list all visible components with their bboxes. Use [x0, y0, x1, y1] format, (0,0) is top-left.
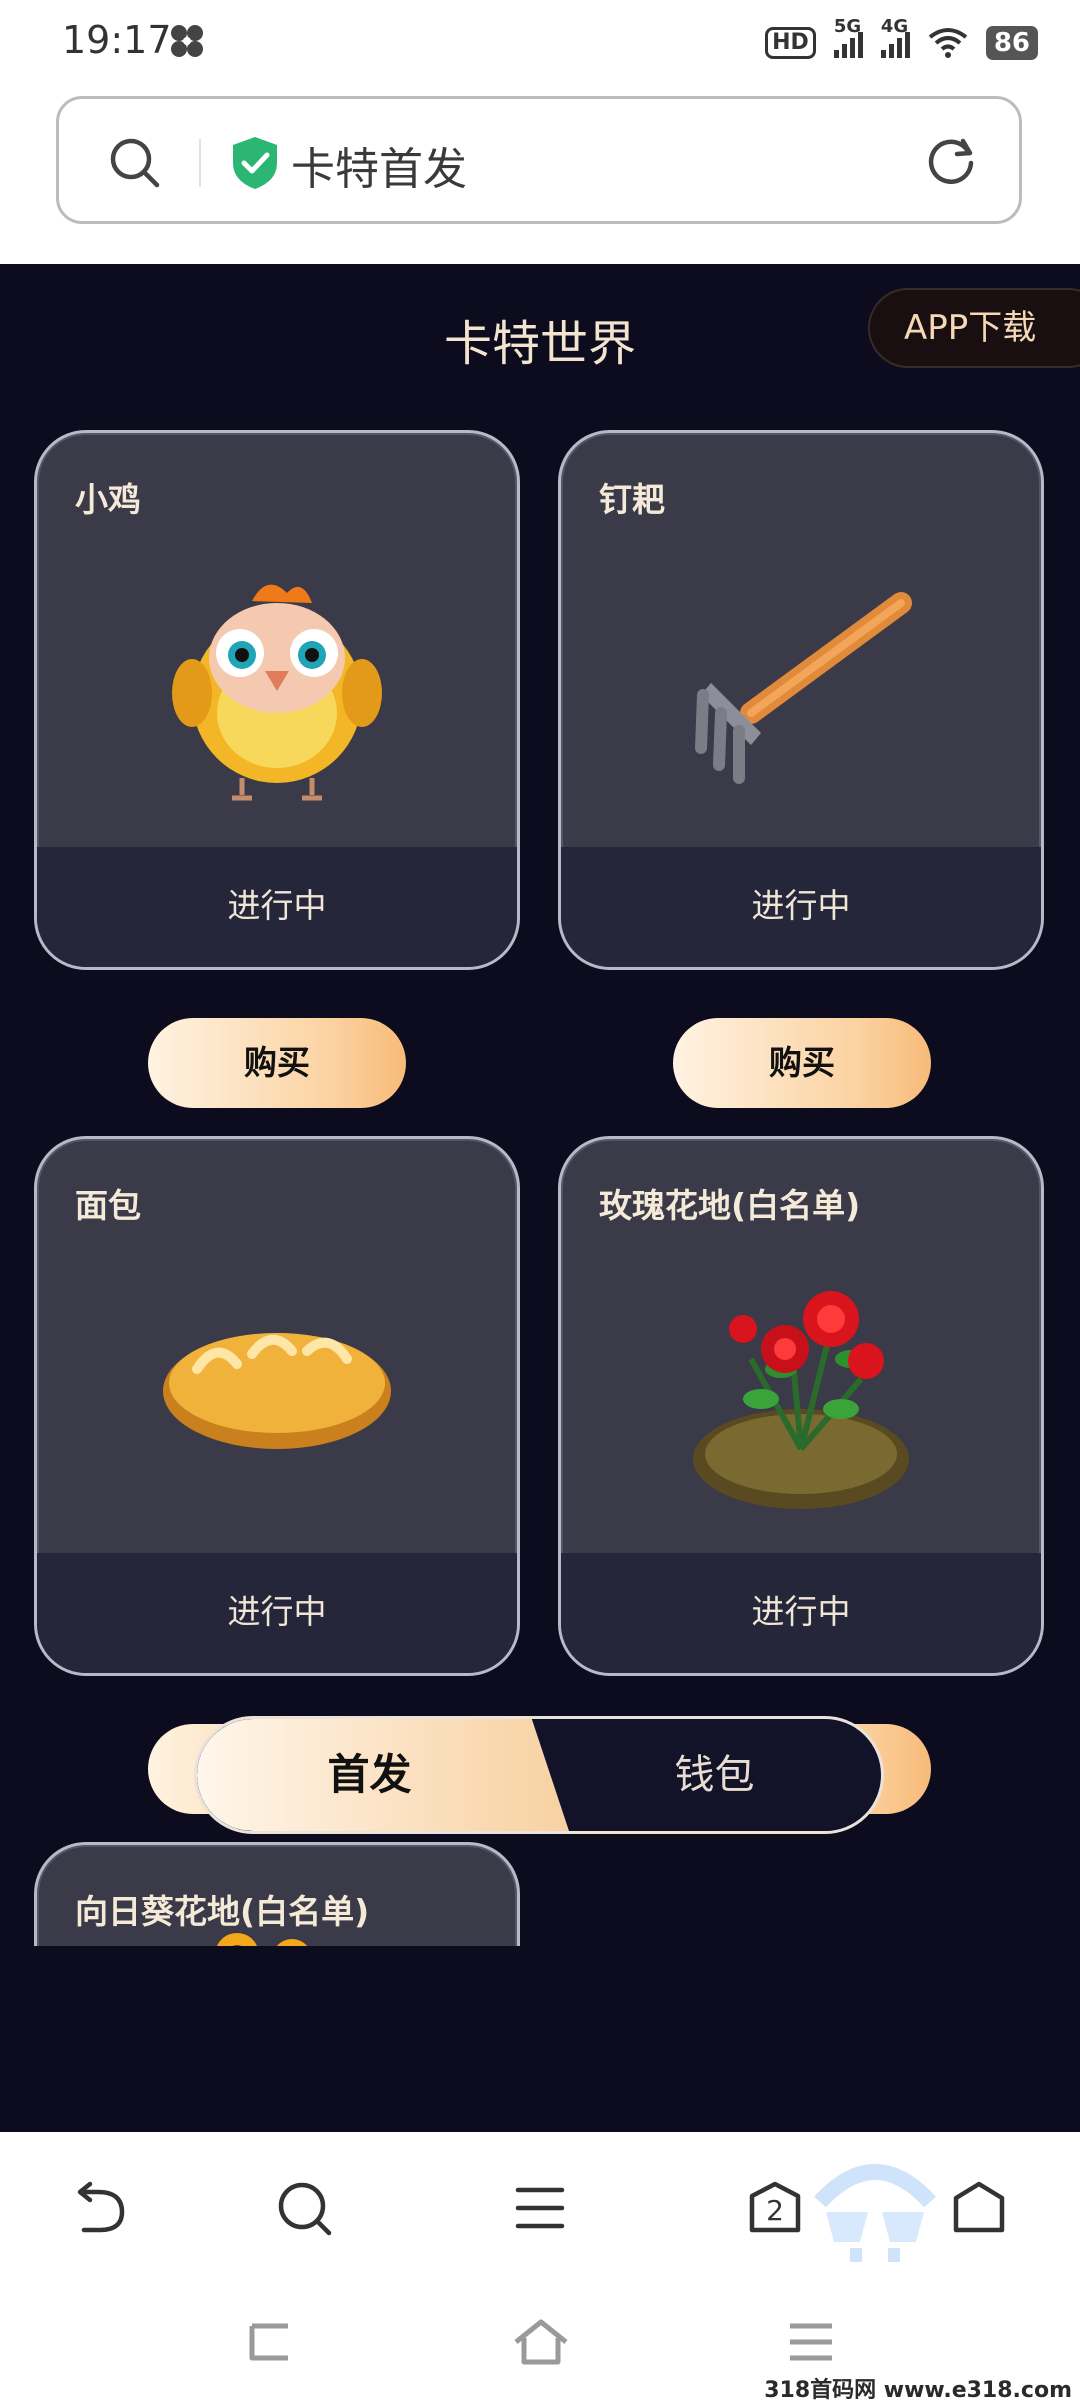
app-download-button[interactable]: APP下载	[868, 288, 1080, 368]
item-card-chick[interactable]: 小鸡 进行中	[34, 430, 520, 970]
address-divider	[199, 139, 201, 187]
hd-badge: HD	[765, 27, 816, 59]
tabs-button[interactable]: 2	[748, 2180, 802, 2238]
item-status: 进行中	[561, 1553, 1041, 1673]
search-icon[interactable]	[107, 135, 163, 191]
system-nav-bar: 318首码网 www.e318.com	[0, 2282, 1080, 2408]
watermark: 318首码网 www.e318.com	[764, 2378, 1072, 2403]
rose-field-icon	[693, 1291, 909, 1509]
nav-back-icon[interactable]	[244, 2318, 294, 2366]
nav-recents-icon[interactable]	[786, 2318, 836, 2366]
signal-5g-icon: 5G	[833, 16, 863, 58]
rake-icon	[695, 592, 912, 784]
chick-icon	[172, 584, 382, 801]
tab-count: 2	[766, 2194, 784, 2227]
buy-button[interactable]: 购买	[148, 1018, 406, 1108]
address-bar[interactable]: 卡特首发	[56, 96, 1022, 224]
search-icon[interactable]	[276, 2180, 334, 2238]
item-card-rake[interactable]: 钉耙 进行中	[558, 430, 1044, 970]
buy-button[interactable]: 购买	[673, 1018, 931, 1108]
bread-icon	[163, 1333, 391, 1449]
menu-icon[interactable]	[512, 2180, 568, 2236]
item-card-bread[interactable]: 面包 进行中	[34, 1136, 520, 1676]
page-title: 卡特首发	[291, 144, 467, 195]
item-status: 进行中	[561, 847, 1041, 967]
wifi-icon	[928, 28, 968, 58]
fan-icon	[171, 25, 203, 57]
bottom-tab-switch[interactable]: 首发 钱包	[194, 1716, 884, 1834]
item-card-rose-field[interactable]: 玫瑰花地(白名单) 进行中	[558, 1136, 1044, 1676]
signal-4g-icon: 4G	[880, 16, 910, 58]
bottom-tab-area	[0, 1946, 1080, 2132]
nav-home-icon[interactable]	[512, 2318, 570, 2366]
secure-shield-icon	[233, 137, 277, 189]
browser-toolbar: 2	[0, 2132, 1080, 2282]
tab-home[interactable]: 首发	[197, 1719, 542, 1831]
status-time: 19:17	[62, 18, 172, 62]
back-icon[interactable]	[72, 2180, 132, 2236]
tab-wallet[interactable]: 钱包	[542, 1719, 881, 1831]
app-content: 卡特世界 APP下载 小鸡 进行中 钉耙 进行中 购买 购买 面包 进行中 玫瑰…	[0, 264, 1080, 2132]
battery-level: 86	[985, 26, 1038, 60]
incognito-mascot-icon[interactable]	[810, 2152, 940, 2262]
reload-icon[interactable]	[923, 133, 979, 189]
item-status: 进行中	[37, 847, 517, 967]
status-bar: 19:17 HD 5G 4G 86	[0, 0, 1080, 90]
home-icon[interactable]	[952, 2180, 1006, 2236]
item-status: 进行中	[37, 1553, 517, 1673]
